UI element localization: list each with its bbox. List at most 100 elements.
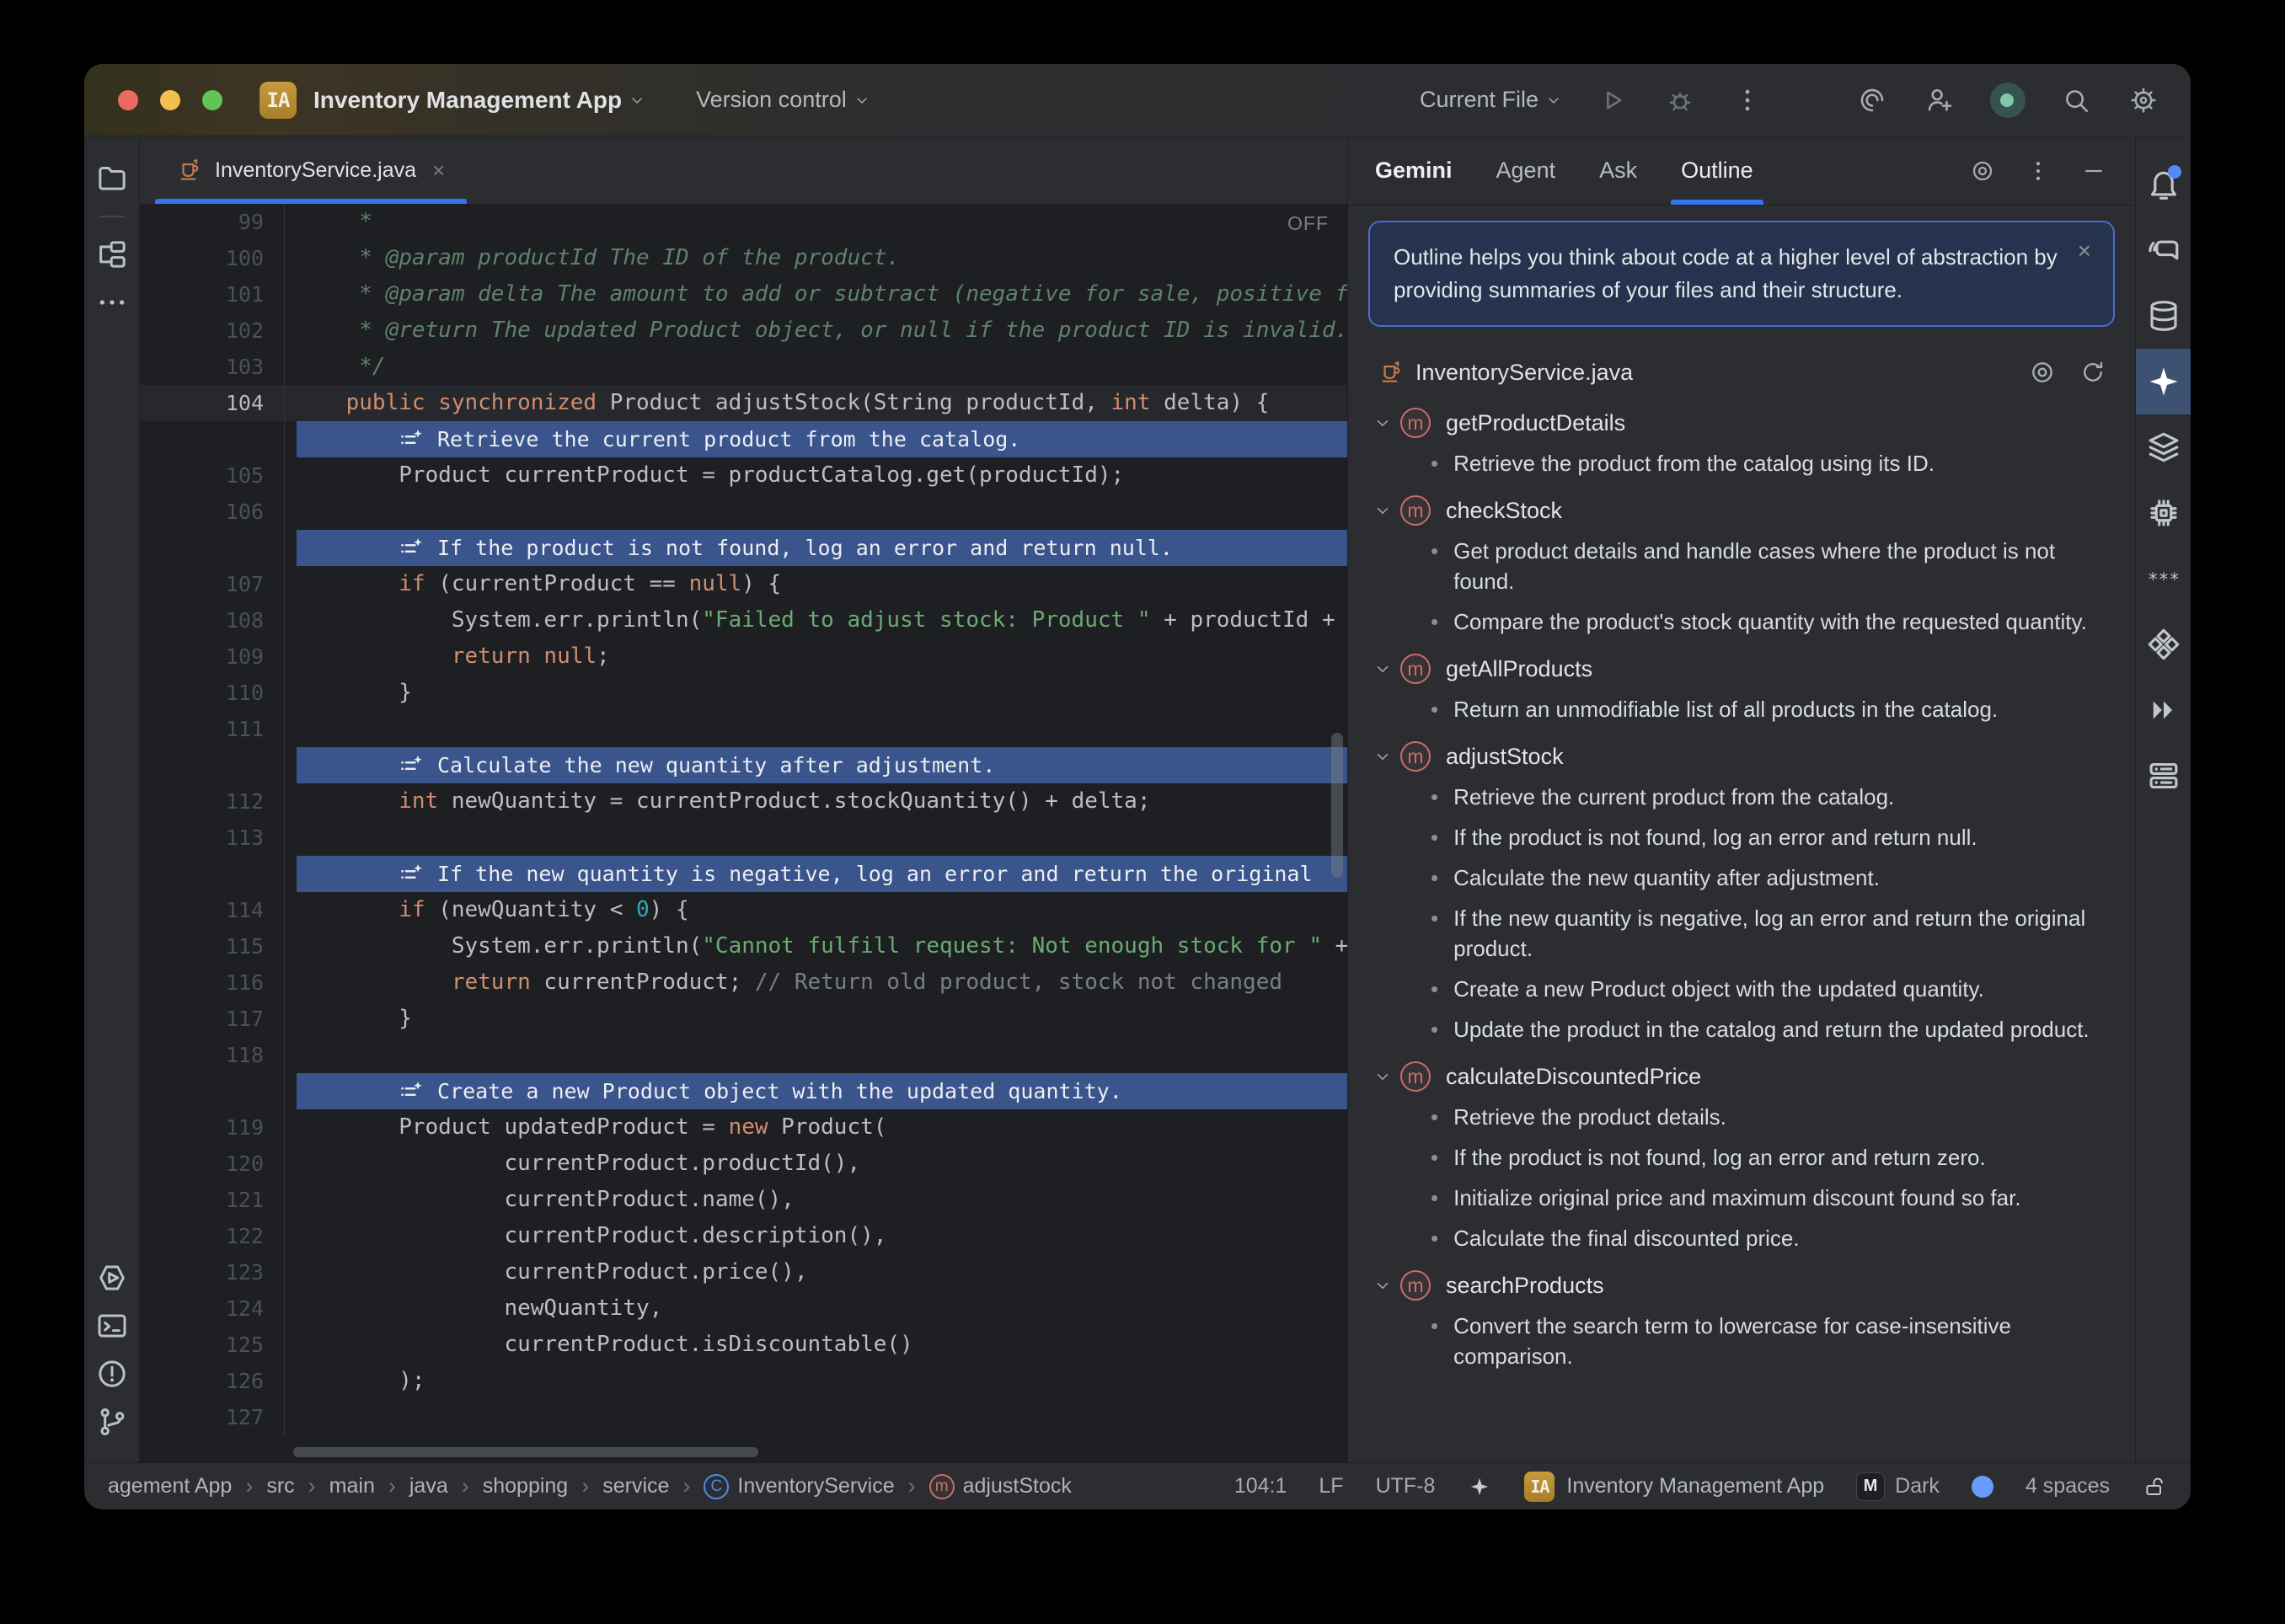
- code-with-me-icon[interactable]: [1923, 83, 1956, 117]
- zoom-window-button[interactable]: [202, 90, 222, 110]
- ai-summary-row: If the product is not found, log an erro…: [140, 530, 1347, 566]
- left-tool-strip: [84, 136, 140, 1462]
- database-icon[interactable]: [2136, 283, 2191, 349]
- ai-inline-summary[interactable]: If the product is not found, log an erro…: [297, 530, 1347, 566]
- unlocked-padlock-icon[interactable]: [2142, 1474, 2167, 1499]
- services-icon[interactable]: [2136, 743, 2191, 809]
- chevron-down-icon[interactable]: [1368, 660, 1397, 678]
- indent-widget[interactable]: 4 spaces: [2025, 1474, 2110, 1498]
- ai-summary-row: If the new quantity is negative, log an …: [140, 856, 1347, 892]
- method-name: calculateDiscountedPrice: [1446, 1064, 1701, 1090]
- hide-panel-icon[interactable]: [2079, 157, 2108, 185]
- tab-outline[interactable]: Outline: [1681, 136, 1753, 205]
- ai-inline-summary[interactable]: Retrieve the current product from the ca…: [297, 421, 1347, 457]
- pipeline-diamonds-icon[interactable]: [2136, 612, 2191, 677]
- chevron-down-icon[interactable]: [1368, 1067, 1397, 1086]
- ai-inline-summary[interactable]: Create a new Product object with the upd…: [297, 1073, 1347, 1109]
- panel-options-icon[interactable]: [2024, 157, 2052, 185]
- breadcrumb-item[interactable]: madjustStock: [929, 1474, 1072, 1499]
- ai-inline-summary[interactable]: If the new quantity is negative, log an …: [297, 856, 1347, 892]
- refresh-icon[interactable]: [2079, 359, 2106, 386]
- tab-inventoryservice[interactable]: InventoryService.java ×: [155, 136, 467, 204]
- status-blue-dot-icon[interactable]: [1972, 1476, 1993, 1498]
- code-line: 106: [140, 494, 1347, 530]
- bullet-icon: •: [1431, 1142, 1438, 1173]
- minimize-window-button[interactable]: [160, 90, 180, 110]
- more-tools-icon[interactable]: [93, 283, 131, 322]
- tab-gemini[interactable]: Gemini: [1375, 136, 1453, 205]
- eye-icon[interactable]: [1968, 157, 1997, 185]
- tab-ask[interactable]: Ask: [1599, 136, 1637, 205]
- layers-icon[interactable]: [2136, 414, 2191, 480]
- outline-file-row[interactable]: InventoryService.java: [1378, 359, 2106, 386]
- line-number: 99: [140, 204, 285, 240]
- outline-summary-item: •Convert the search term to lowercase fo…: [1368, 1311, 2115, 1371]
- close-tab-icon[interactable]: ×: [432, 158, 445, 184]
- bullet-icon: •: [1431, 782, 1438, 812]
- run-icon[interactable]: [93, 1258, 131, 1297]
- search-everywhere-icon[interactable]: [2059, 83, 2093, 117]
- run-button[interactable]: [1596, 83, 1629, 117]
- notifications-bell-icon[interactable]: [2136, 152, 2191, 217]
- chevron-down-icon[interactable]: [1368, 501, 1397, 520]
- breadcrumb-item[interactable]: main: [329, 1474, 375, 1498]
- vcs-menu[interactable]: Version control: [696, 87, 870, 113]
- sparkle-icon[interactable]: [1467, 1474, 1492, 1499]
- tab-agent[interactable]: Agent: [1496, 136, 1556, 205]
- breadcrumb-item[interactable]: java: [409, 1474, 448, 1498]
- fast-forward-icon[interactable]: [2136, 677, 2191, 743]
- line-separator[interactable]: LF: [1319, 1474, 1343, 1498]
- breadcrumb-item[interactable]: service: [602, 1474, 669, 1498]
- code-text: currentProduct.isDiscountable(): [285, 1327, 913, 1363]
- project-icon: IA: [1524, 1472, 1555, 1502]
- outline-method-row[interactable]: mcalculateDiscountedPrice: [1368, 1061, 2115, 1092]
- outline-method-row[interactable]: mgetProductDetails: [1368, 408, 2115, 438]
- more-actions-button[interactable]: [1731, 83, 1764, 117]
- theme-widget[interactable]: M Dark: [1856, 1472, 1940, 1501]
- structure-icon[interactable]: [93, 235, 131, 274]
- eye-icon[interactable]: [2029, 359, 2056, 386]
- java-file-icon: [1378, 360, 1404, 385]
- outline-method-row[interactable]: mcheckStock: [1368, 495, 2115, 526]
- outline-method-row[interactable]: msearchProducts: [1368, 1270, 2115, 1301]
- chevron-down-icon[interactable]: [1368, 414, 1397, 432]
- device-chip-icon[interactable]: [2136, 480, 2191, 546]
- run-configuration-select[interactable]: Current File: [1420, 87, 1562, 113]
- banner-close-icon[interactable]: ×: [2078, 239, 2091, 263]
- ai-chat-icon[interactable]: [2136, 217, 2191, 283]
- git-branch-icon[interactable]: [93, 1402, 131, 1441]
- project-folder-icon[interactable]: [93, 159, 131, 198]
- terminal-icon[interactable]: [93, 1306, 131, 1345]
- line-number: 117: [140, 1001, 285, 1037]
- line-number: 119: [140, 1109, 285, 1146]
- breadcrumb-item[interactable]: src: [266, 1474, 294, 1498]
- breadcrumb-item[interactable]: agement App: [108, 1474, 232, 1498]
- outline-method-row[interactable]: mgetAllProducts: [1368, 654, 2115, 684]
- horizontal-scrollbar[interactable]: [293, 1447, 758, 1457]
- outline-summary-item: •If the product is not found, log an err…: [1368, 1142, 2115, 1173]
- code-editor[interactable]: 99 *100 * @param productId The ID of the…: [140, 204, 1347, 1462]
- breadcrumb-item[interactable]: CInventoryService: [704, 1474, 894, 1499]
- chevron-down-icon[interactable]: [1368, 1276, 1397, 1295]
- problems-icon[interactable]: [93, 1354, 131, 1393]
- close-window-button[interactable]: [118, 90, 138, 110]
- gemini-sparkle-icon[interactable]: [2136, 349, 2191, 414]
- vertical-scrollbar[interactable]: [1331, 733, 1343, 878]
- debug-button[interactable]: [1663, 83, 1697, 117]
- status-project-widget[interactable]: IA Inventory Management App: [1524, 1472, 1824, 1502]
- chevron-down-icon[interactable]: [1368, 747, 1397, 766]
- breadcrumb-item[interactable]: shopping: [483, 1474, 568, 1498]
- code-line: 119 Product updatedProduct = new Product…: [140, 1109, 1347, 1146]
- breadcrumb-separator: ›: [908, 1473, 916, 1499]
- line-number: 100: [140, 240, 285, 276]
- settings-gear-icon[interactable]: [2127, 83, 2160, 117]
- file-encoding[interactable]: UTF-8: [1376, 1474, 1436, 1498]
- ai-assistant-icon[interactable]: [1855, 83, 1889, 117]
- outline-method-row[interactable]: madjustStock: [1368, 741, 2115, 772]
- caret-position[interactable]: 104:1: [1234, 1474, 1287, 1498]
- ide-window: IA Inventory Management App Version cont…: [84, 64, 2191, 1509]
- avatar[interactable]: [1990, 83, 2025, 118]
- project-menu[interactable]: Inventory Management App: [313, 87, 645, 114]
- ai-inline-summary[interactable]: Calculate the new quantity after adjustm…: [297, 747, 1347, 783]
- regex-icon[interactable]: [***]: [2136, 546, 2191, 612]
